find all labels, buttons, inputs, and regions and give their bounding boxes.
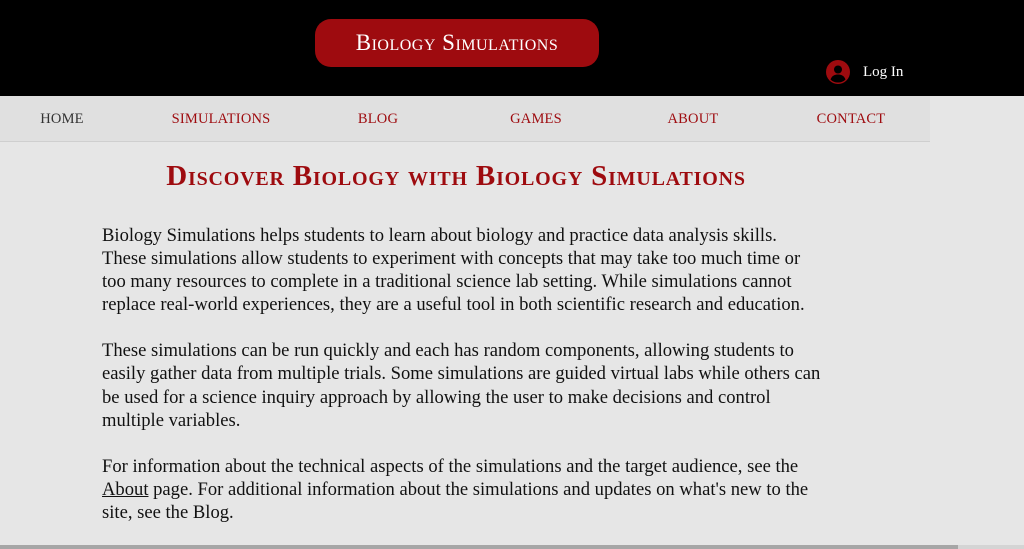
intro-paragraph: Biology Simulations helps students to le…: [102, 225, 805, 316]
info-paragraph: For information about the technical aspe…: [102, 455, 822, 524]
site-logo-title[interactable]: Biology Simulations: [315, 19, 599, 67]
nav-home[interactable]: HOME: [0, 96, 132, 142]
horizontal-scrollbar[interactable]: [0, 545, 1024, 549]
main-content: Biology Simulations helps students to le…: [102, 224, 822, 547]
site-header: Biology Simulations Log In: [0, 0, 1024, 96]
about-link[interactable]: About: [102, 479, 148, 500]
nav-contact[interactable]: CONTACT: [781, 96, 921, 142]
login-button[interactable]: Log In: [826, 59, 903, 85]
page-side-margin: [930, 96, 1024, 549]
features-paragraph: These simulations can be run quickly and…: [102, 340, 821, 431]
nav-blog[interactable]: BLOG: [308, 96, 448, 142]
user-avatar-icon: [826, 60, 850, 84]
login-label: Log In: [863, 63, 904, 80]
nav-about[interactable]: ABOUT: [623, 96, 763, 142]
page-title: Discover Biology with Biology Simulation…: [166, 160, 746, 192]
info-text-start: For information about the technical aspe…: [102, 455, 799, 477]
main-navigation: HOME SIMULATIONS BLOG GAMES ABOUT CONTAC…: [0, 96, 930, 142]
nav-games[interactable]: GAMES: [466, 96, 606, 142]
nav-simulations[interactable]: SIMULATIONS: [151, 96, 291, 142]
info-text-end: page. For additional information about t…: [102, 478, 809, 523]
scrollbar-thumb[interactable]: [0, 545, 958, 549]
